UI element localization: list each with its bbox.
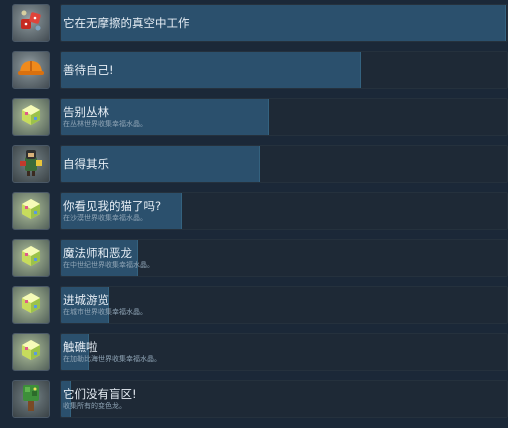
progress-track: 善待自己! [60, 51, 508, 89]
achievement-description: 在中世纪世界收集幸福水晶。 [63, 261, 154, 269]
achievement-icon [12, 380, 50, 418]
achievement-text: 它在无摩擦的真空中工作 [63, 5, 190, 41]
achievement-title: 触礁啦 [63, 340, 98, 354]
party-character-icon [17, 147, 45, 181]
achievement-title: 它在无摩擦的真空中工作 [63, 16, 190, 30]
achievement-title: 告别丛林 [63, 105, 109, 119]
achievement-description: 在加勒比海世界收集幸福水晶。 [63, 355, 161, 363]
achievement-title: 它们没有盲区! [63, 387, 137, 401]
achievement-row[interactable]: 它们没有盲区! 收集所有的变色龙。 [12, 378, 508, 420]
achievement-text: 告别丛林 在丛林世界收集幸福水晶。 [63, 99, 147, 135]
achievement-text: 魔法师和恶龙 在中世纪世界收集幸福水晶。 [63, 240, 154, 276]
achievement-title: 自得其乐 [63, 157, 109, 171]
achievement-icon [12, 98, 50, 136]
progress-track: 它在无摩擦的真空中工作 [60, 4, 508, 42]
achievement-description: 在城市世界收集幸福水晶。 [63, 308, 147, 316]
achievement-icon [12, 192, 50, 230]
achievement-description: 收集所有的变色龙。 [63, 402, 126, 410]
red-dice-icon [18, 8, 44, 38]
achievement-text: 它们没有盲区! 收集所有的变色龙。 [63, 381, 137, 417]
achievement-row[interactable]: 触礁啦 在加勒比海世界收集幸福水晶。 [12, 331, 508, 373]
achievement-icon [12, 333, 50, 371]
progress-track: 进城游览 在城市世界收集幸福水晶。 [60, 286, 508, 324]
progress-track: 它们没有盲区! 收集所有的变色龙。 [60, 380, 508, 418]
achievement-text: 触礁啦 在加勒比海世界收集幸福水晶。 [63, 334, 161, 370]
progress-track: 魔法师和恶龙 在中世纪世界收集幸福水晶。 [60, 239, 508, 277]
achievement-row[interactable]: 你看见我的猫了吗? 在沙漠世界收集幸福水晶。 [12, 190, 508, 232]
achievement-row[interactable]: 进城游览 在城市世界收集幸福水晶。 [12, 284, 508, 326]
achievement-row[interactable]: 它在无摩擦的真空中工作 [12, 2, 508, 44]
achievement-icon [12, 239, 50, 277]
achievement-title: 你看见我的猫了吗? [63, 199, 162, 213]
achievement-description: 在丛林世界收集幸福水晶。 [63, 120, 147, 128]
achievement-row[interactable]: 自得其乐 [12, 143, 508, 185]
achievement-row[interactable]: 告别丛林 在丛林世界收集幸福水晶。 [12, 96, 508, 138]
achievement-row[interactable]: 善待自己! [12, 49, 508, 91]
achievement-icon [12, 51, 50, 89]
crystal-cube-icon [18, 102, 44, 132]
achievement-description: 在沙漠世界收集幸福水晶。 [63, 214, 147, 222]
progress-track: 自得其乐 [60, 145, 508, 183]
achievement-text: 自得其乐 [63, 146, 109, 182]
achievement-icon [12, 145, 50, 183]
orange-hardhat-icon [17, 57, 45, 83]
achievement-icon [12, 4, 50, 42]
crystal-cube-icon [18, 243, 44, 273]
crystal-cube-icon [18, 196, 44, 226]
achievement-text: 你看见我的猫了吗? 在沙漠世界收集幸福水晶。 [63, 193, 161, 229]
progress-track: 你看见我的猫了吗? 在沙漠世界收集幸福水晶。 [60, 192, 508, 230]
achievement-title: 魔法师和恶龙 [63, 246, 132, 260]
achievement-title: 进城游览 [63, 293, 109, 307]
achievement-list: 它在无摩擦的真空中工作 善待自己! 告别丛林 在丛林世界收集幸福水晶。自得其乐你看见我… [0, 0, 508, 428]
achievement-text: 进城游览 在城市世界收集幸福水晶。 [63, 287, 147, 323]
progress-track: 告别丛林 在丛林世界收集幸福水晶。 [60, 98, 508, 136]
achievement-title: 善待自己! [63, 63, 114, 77]
achievement-row[interactable]: 魔法师和恶龙 在中世纪世界收集幸福水晶。 [12, 237, 508, 279]
chameleon-tree-icon [19, 381, 43, 417]
achievement-text: 善待自己! [63, 52, 114, 88]
crystal-cube-icon [18, 337, 44, 367]
achievement-icon [12, 286, 50, 324]
progress-track: 触礁啦 在加勒比海世界收集幸福水晶。 [60, 333, 508, 371]
crystal-cube-icon [18, 290, 44, 320]
